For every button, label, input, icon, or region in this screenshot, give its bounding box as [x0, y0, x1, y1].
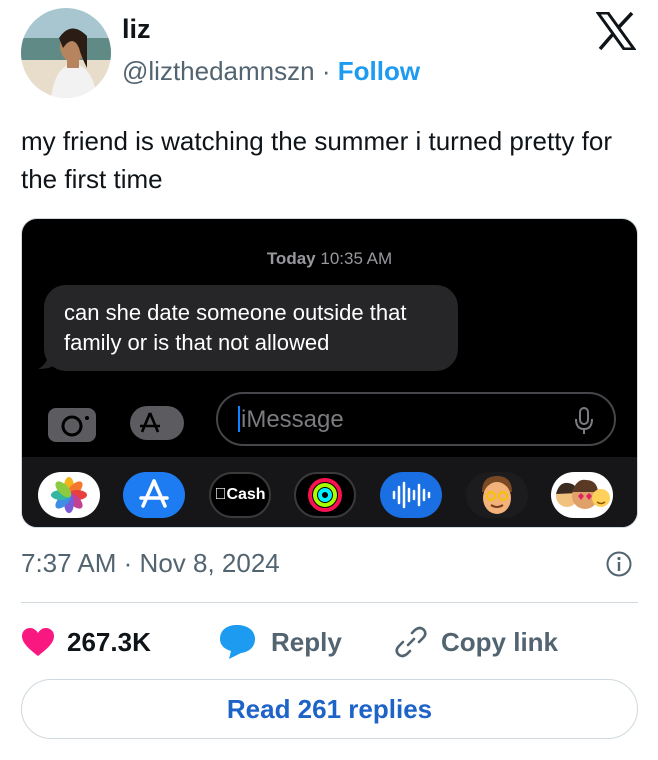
- tweet-time: 7:37 AM: [21, 548, 117, 578]
- heart-icon: [22, 628, 54, 656]
- message-timestamp: Today 10:35 AM: [22, 249, 637, 269]
- handle-row: @lizthedamnszn · Follow: [122, 56, 420, 87]
- fitness-icon[interactable]: [294, 472, 356, 518]
- author-name[interactable]: liz: [122, 14, 151, 45]
- photos-icon[interactable]: [38, 472, 100, 518]
- link-icon: [395, 626, 427, 658]
- text-cursor: [238, 405, 240, 432]
- input-placeholder: iMessage: [241, 406, 344, 433]
- timestamp-time: 10:35 AM: [320, 249, 393, 268]
- message-bubble: can she date someone outside that family…: [44, 285, 458, 371]
- tweet-text: my friend is watching the summer i turne…: [21, 126, 613, 194]
- tweet-timestamp[interactable]: 7:37 AM · Nov 8, 2024: [21, 548, 280, 579]
- memoji-stickers-icon[interactable]: [551, 472, 613, 518]
- camera-icon[interactable]: [48, 408, 96, 442]
- read-replies-button[interactable]: Read 261 replies: [21, 679, 638, 739]
- separator: ·: [321, 56, 331, 86]
- avatar[interactable]: [21, 8, 111, 98]
- input-bar: iMessage: [22, 387, 637, 457]
- info-icon[interactable]: [605, 550, 633, 578]
- timestamp-day: Today: [266, 249, 316, 268]
- divider: [21, 602, 638, 603]
- app-drawer: Cash: [22, 457, 637, 527]
- x-logo-icon[interactable]: [595, 11, 637, 51]
- apple-logo-icon: : [214, 486, 226, 503]
- like-count: 267.3K: [67, 626, 151, 657]
- author-handle[interactable]: @lizthedamnszn: [122, 56, 315, 86]
- reply-label: Reply: [271, 626, 342, 657]
- tweet-date: Nov 8, 2024: [139, 548, 280, 578]
- app-store-icon[interactable]: [123, 472, 185, 518]
- follow-button[interactable]: Follow: [338, 56, 420, 86]
- audio-message-icon[interactable]: [380, 472, 442, 518]
- separator: ·: [123, 548, 133, 578]
- reply-button[interactable]: Reply: [219, 620, 342, 664]
- microphone-icon[interactable]: [574, 406, 594, 436]
- like-button[interactable]: 267.3K: [21, 620, 151, 664]
- action-bar: 267.3K Reply Copy link: [21, 620, 638, 664]
- copy-link-label: Copy link: [441, 626, 559, 657]
- apple-cash-icon[interactable]: Cash: [209, 472, 271, 518]
- imessage-input[interactable]: iMessage: [216, 392, 616, 446]
- app-store-button[interactable]: [130, 406, 184, 440]
- reply-bubble-icon: [220, 625, 255, 659]
- copy-link-button[interactable]: Copy link: [393, 620, 558, 664]
- media-image[interactable]: Today 10:35 AM can she date someone outs…: [21, 218, 638, 528]
- memoji-icon[interactable]: [466, 472, 528, 518]
- cash-label: Cash: [220, 486, 265, 503]
